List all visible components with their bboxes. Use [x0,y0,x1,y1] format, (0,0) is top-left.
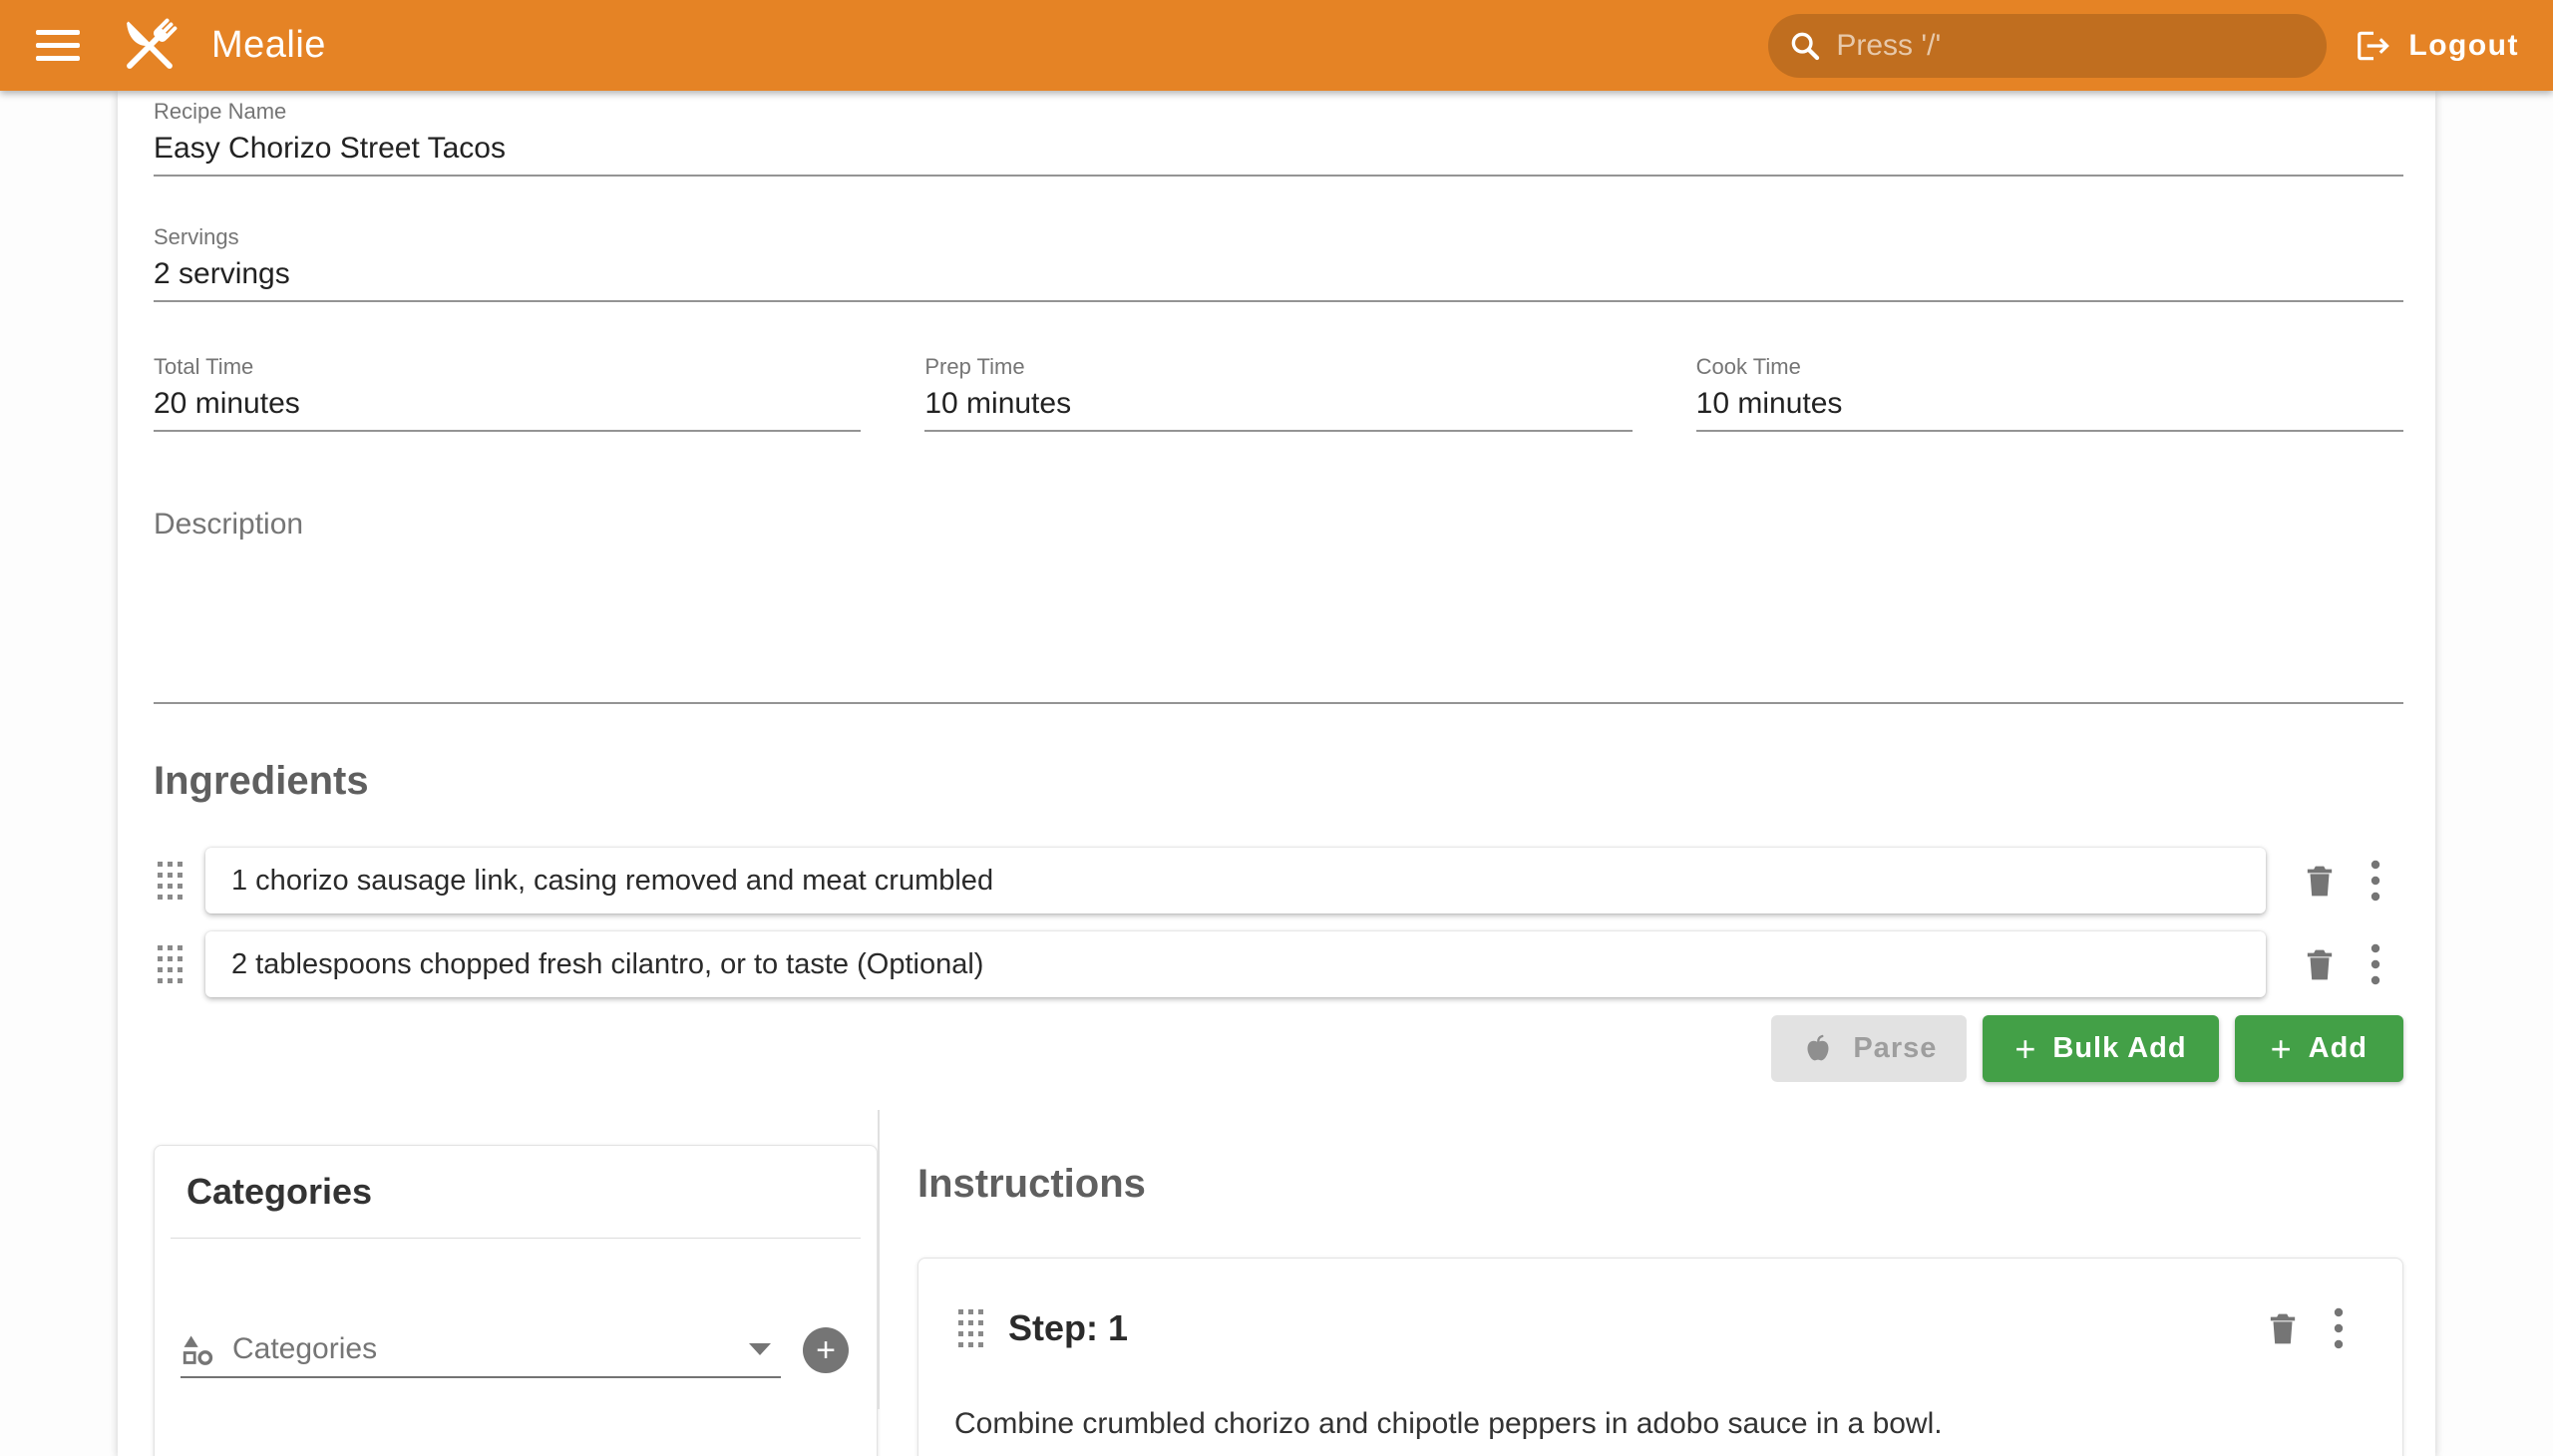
total-time-input[interactable] [154,382,861,426]
description-field [154,508,2403,704]
ingredient-actions: Parse + Bulk Add + Add [154,1015,2403,1082]
ingredient-menu-button[interactable] [2348,853,2403,909]
recipe-form-card: Recipe Name Servings Total Time Prep Tim… [118,91,2435,1456]
times-row: Total Time Prep Time Cook Time [154,352,2403,432]
instructions-title: Instructions [917,1160,2403,1208]
app-title: Mealie [211,24,326,67]
prep-time-input[interactable] [924,382,1632,426]
menu-icon[interactable] [26,14,90,78]
add-ingredient-button[interactable]: + Add [2235,1015,2403,1082]
app-bar: Mealie Logout [0,0,2553,91]
servings-field: Servings [154,222,2403,302]
step-title: Step: 1 [1008,1307,2255,1349]
ingredients-title: Ingredients [154,758,2403,804]
plus-icon: + [816,1331,836,1370]
kebab-menu-icon [2370,942,2381,986]
delete-step-button[interactable] [2255,1300,2311,1356]
search-icon [1788,29,1822,63]
delete-ingredient-button[interactable] [2292,936,2348,992]
recipe-name-label: Recipe Name [154,97,2403,127]
prep-time-field: Prep Time [924,352,1632,432]
logout-button[interactable]: Logout [2355,27,2519,65]
parse-label: Parse [1853,1032,1937,1065]
bottom-columns: Categories Categories [154,1110,2403,1409]
kebab-menu-icon [2370,859,2381,903]
ingredient-input[interactable] [231,865,2240,898]
search-box[interactable] [1768,14,2327,78]
plus-icon: + [2271,1031,2293,1067]
cook-time-input[interactable] [1696,382,2403,426]
drag-handle-icon[interactable] [154,860,187,902]
drag-handle-icon[interactable] [154,943,187,985]
categories-column: Categories Categories [154,1110,878,1409]
ingredient-list [154,848,2403,997]
step-text[interactable]: Combine crumbled chorizo and chipotle pe… [954,1404,2367,1444]
cook-time-label: Cook Time [1696,352,2403,382]
delete-ingredient-button[interactable] [2292,853,2348,909]
recipe-name-field: Recipe Name [154,97,2403,177]
instructions-column: Instructions Step: 1 [878,1110,2403,1409]
plus-icon: + [2014,1031,2036,1067]
ingredient-input[interactable] [231,948,2240,981]
add-label: Add [2309,1032,2368,1065]
chevron-down-icon [749,1343,771,1355]
ingredient-row [154,931,2403,997]
shapes-icon [181,1332,214,1366]
apple-icon [1801,1032,1835,1066]
categories-select[interactable]: Categories [181,1322,781,1378]
ingredient-menu-button[interactable] [2348,936,2403,992]
parse-button[interactable]: Parse [1771,1015,1967,1082]
logout-label: Logout [2408,29,2519,63]
total-time-label: Total Time [154,352,861,382]
bulk-add-button[interactable]: + Bulk Add [1983,1015,2218,1082]
drag-handle-icon[interactable] [954,1307,988,1349]
categories-select-label: Categories [232,1332,749,1366]
mealie-logo-icon [112,8,187,84]
servings-label: Servings [154,222,2403,252]
divider [171,1238,861,1239]
categories-card: Categories Categories [154,1145,878,1456]
bulk-add-label: Bulk Add [2052,1032,2186,1065]
description-input[interactable] [154,508,2403,697]
recipe-name-input[interactable] [154,127,2403,171]
instruction-step-card: Step: 1 Combine crumbled chorizo [917,1258,2403,1456]
categories-card-title: Categories [155,1170,877,1214]
servings-input[interactable] [154,252,2403,296]
mealie-recipe-editor: Mealie Logout Recipe Name Servings [0,0,2553,1456]
trash-icon [2263,1308,2303,1348]
ingredient-row [154,848,2403,913]
total-time-field: Total Time [154,352,861,432]
prep-time-label: Prep Time [924,352,1632,382]
trash-icon [2300,861,2340,901]
search-input[interactable] [1836,29,2275,63]
logout-icon [2355,27,2392,65]
step-menu-button[interactable] [2311,1300,2367,1356]
cook-time-field: Cook Time [1696,352,2403,432]
trash-icon [2300,944,2340,984]
kebab-menu-icon [2333,1306,2345,1350]
add-category-button[interactable]: + [803,1327,849,1373]
